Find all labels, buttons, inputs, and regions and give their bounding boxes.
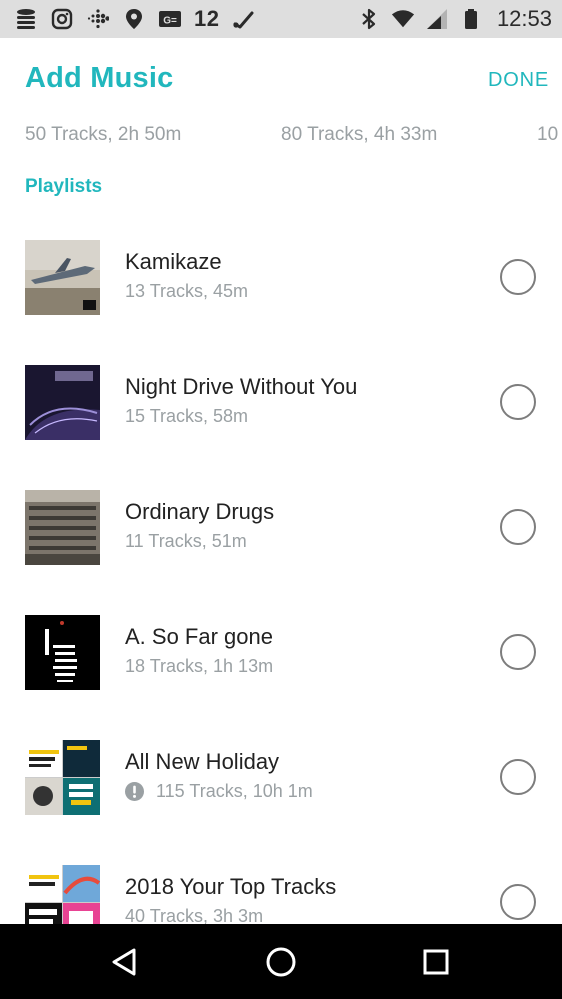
playlist-name: A. So Far gone	[125, 624, 273, 649]
playlist-row[interactable]: All New Holiday 115 Tracks, 10h 1m	[0, 715, 562, 840]
playlist-meta: 13 Tracks, 45m	[125, 281, 248, 302]
playlist-row[interactable]: Kamikaze 13 Tracks, 45m	[0, 215, 562, 340]
done-button[interactable]: DONE	[488, 69, 549, 92]
playlist-row[interactable]: A. So Far gone 18 Tracks, 1h 13m	[0, 590, 562, 715]
playlist-meta: 40 Tracks, 3h 3m	[125, 906, 263, 924]
playlist-row[interactable]: Night Drive Without You 15 Tracks, 58m	[0, 340, 562, 465]
playlist-name: Ordinary Drugs	[125, 499, 275, 524]
summary-item[interactable]: 50 Tracks, 2h 50m	[25, 124, 181, 146]
album-art	[25, 490, 100, 565]
playlist-meta: 11 Tracks, 51m	[125, 531, 247, 552]
playlist-name: 2018 Your Top Tracks	[125, 874, 337, 899]
navigation-bar	[0, 924, 562, 999]
list-icon	[14, 7, 38, 31]
playlist-row[interactable]: Ordinary Drugs 11 Tracks, 51m	[0, 465, 562, 590]
album-art	[25, 615, 100, 690]
wifi-icon	[391, 7, 415, 31]
playlist-name: Kamikaze	[125, 249, 222, 274]
select-radio[interactable]	[500, 509, 536, 545]
summary-item[interactable]: 10	[537, 124, 558, 146]
playlist-meta-text: 115 Tracks, 10h 1m	[156, 781, 313, 801]
instagram-icon	[50, 7, 74, 31]
location-pin-icon	[122, 7, 146, 31]
playlist-meta-text: 13 Tracks, 45m	[125, 281, 249, 301]
select-radio[interactable]	[500, 634, 536, 670]
summary-strip[interactable]: 50 Tracks, 2h 50m 80 Tracks, 4h 33m 10	[0, 124, 562, 154]
album-art	[25, 365, 100, 440]
playlist-list[interactable]: Kamikaze 13 Tracks, 45m Night Drive With…	[0, 215, 562, 924]
cellular-signal-icon	[425, 7, 449, 31]
bluetooth-icon	[357, 7, 381, 31]
album-art	[25, 865, 100, 924]
playlist-meta: 18 Tracks, 1h 13m	[125, 656, 273, 677]
status-bar: G= 12 12:53	[0, 0, 562, 38]
select-radio[interactable]	[500, 884, 536, 920]
status-bar-left: G= 12	[14, 6, 255, 32]
playlist-name: Night Drive Without You	[125, 374, 358, 399]
playlist-name: All New Holiday	[125, 749, 280, 774]
battery-icon	[459, 7, 483, 31]
album-art	[25, 240, 100, 315]
select-radio[interactable]	[500, 259, 536, 295]
svg-text:G=: G=	[163, 16, 177, 27]
warning-icon	[125, 782, 144, 801]
select-radio[interactable]	[500, 759, 536, 795]
playlist-meta: 115 Tracks, 10h 1m	[125, 781, 313, 802]
select-radio[interactable]	[500, 384, 536, 420]
missed-call-icon	[231, 7, 255, 31]
back-icon[interactable]	[104, 942, 144, 982]
status-bar-right: 12:53	[357, 6, 552, 32]
status-time: 12:53	[496, 6, 552, 31]
playlist-row[interactable]: 2018 Your Top Tracks 40 Tracks, 3h 3m	[0, 840, 562, 924]
album-art	[25, 740, 100, 815]
home-icon[interactable]	[261, 942, 301, 982]
recents-icon[interactable]	[416, 942, 456, 982]
page-title: Add Music	[25, 62, 174, 94]
summary-item[interactable]: 80 Tracks, 4h 33m	[281, 124, 437, 146]
playlist-meta: 15 Tracks, 58m	[125, 406, 248, 427]
section-header-playlists: Playlists	[25, 176, 103, 197]
playlist-meta-text: 11 Tracks, 51m	[125, 531, 247, 551]
gmail-icon: G=	[158, 7, 182, 31]
playlist-meta-text: 40 Tracks, 3h 3m	[125, 906, 264, 924]
playlist-meta-text: 15 Tracks, 58m	[125, 406, 249, 426]
notification-count: 12	[194, 6, 220, 31]
fitbit-icon	[86, 7, 110, 31]
playlist-meta-text: 18 Tracks, 1h 13m	[125, 656, 274, 676]
app-header: Add Music DONE	[0, 38, 562, 124]
